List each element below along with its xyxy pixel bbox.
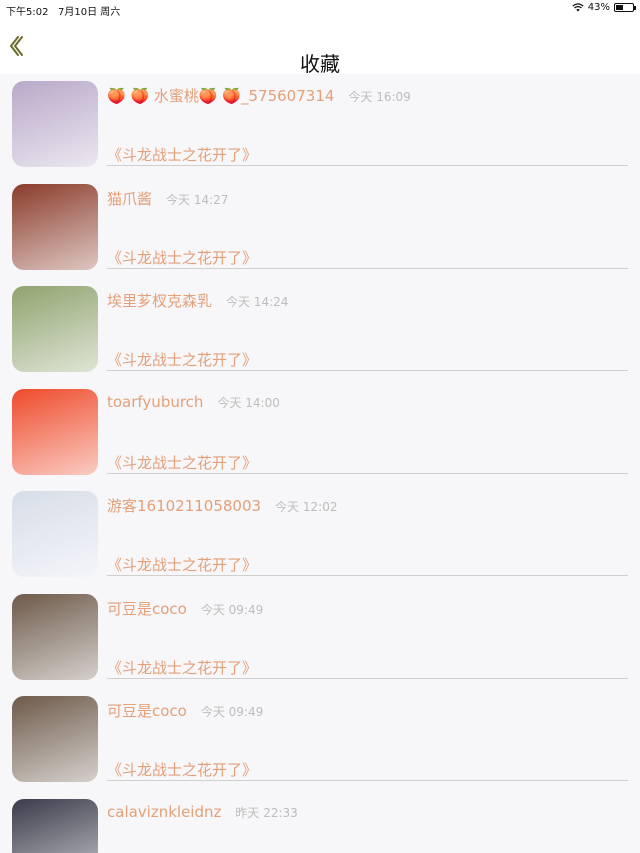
status-bar: 下午5:02 7月10日 周六 43%: [0, 0, 640, 18]
list-item-meta: 埃里芗杈克森乳 今天 14:24: [107, 290, 288, 311]
page-title: 收藏: [300, 52, 340, 76]
list-item[interactable]: calaviznkleidnz 昨天 22:33: [0, 792, 640, 853]
book-title[interactable]: 《斗龙战士之花开了》: [107, 249, 257, 267]
timestamp: 今天 09:49: [200, 602, 264, 617]
book-title[interactable]: 《斗龙战士之花开了》: [107, 556, 257, 574]
avatar[interactable]: [12, 81, 98, 167]
username[interactable]: 埃里芗杈克森乳: [107, 292, 212, 310]
avatar[interactable]: [12, 388, 98, 475]
book-title[interactable]: 《斗龙战士之花开了》: [107, 351, 257, 369]
list-item-meta: 猫爪酱 今天 14:27: [107, 188, 228, 209]
book-title[interactable]: 《斗龙战士之花开了》: [107, 761, 257, 779]
username[interactable]: 猫爪酱: [107, 190, 152, 208]
username[interactable]: calaviznkleidnz: [107, 803, 221, 821]
list-item-meta: 🍑 🍑 水蜜桃🍑 🍑_575607314 今天 16:09: [107, 85, 411, 106]
timestamp: 今天 16:09: [348, 90, 411, 104]
username[interactable]: toarfyuburch: [107, 393, 203, 411]
avatar[interactable]: [12, 491, 98, 577]
list-item[interactable]: 猫爪酱 今天 14:27 《斗龙战士之花开了》: [0, 177, 640, 280]
avatar[interactable]: [12, 696, 98, 782]
book-link-row[interactable]: 《斗龙战士之花开了》: [107, 452, 628, 474]
timestamp: 今天 14:27: [166, 192, 229, 207]
book-link-row[interactable]: 《斗龙战士之花开了》: [107, 554, 628, 576]
battery-percentage: 43%: [587, 2, 610, 13]
timestamp: 今天 12:02: [275, 500, 338, 514]
book-title[interactable]: 《斗龙战士之花开了》: [107, 659, 257, 677]
book-link-row[interactable]: 《斗龙战士之花开了》: [107, 349, 628, 371]
list-item[interactable]: 🍑 🍑 水蜜桃🍑 🍑_575607314 今天 16:09 《斗龙战士之花开了》: [0, 74, 640, 177]
avatar[interactable]: [12, 286, 98, 372]
avatar[interactable]: [12, 798, 98, 853]
book-link-row[interactable]: 《斗龙战士之花开了》: [107, 657, 628, 679]
wifi-icon: [572, 3, 584, 12]
avatar[interactable]: [12, 593, 98, 680]
timestamp: 今天 14:24: [226, 295, 289, 309]
list-item-meta: 可豆是coco 今天 09:49: [107, 598, 263, 619]
list-item-meta: 可豆是coco 今天 09:49: [107, 700, 263, 721]
list-item[interactable]: 可豆是coco 今天 09:49 《斗龙战士之花开了》: [0, 587, 640, 690]
timestamp: 今天 14:00: [217, 395, 280, 410]
timestamp: 昨天 22:33: [235, 805, 298, 820]
nav-bar: 收藏: [0, 17, 640, 76]
list-item-meta: calaviznkleidnz 昨天 22:33: [107, 803, 298, 821]
book-link-row[interactable]: 《斗龙战士之花开了》: [107, 247, 628, 269]
list-item[interactable]: 埃里芗杈克森乳 今天 14:24 《斗龙战士之花开了》: [0, 279, 640, 382]
list-item[interactable]: 可豆是coco 今天 09:49 《斗龙战士之花开了》: [0, 689, 640, 792]
timestamp: 今天 09:49: [200, 705, 264, 719]
list-item-meta: toarfyuburch 今天 14:00: [107, 393, 280, 411]
list-item[interactable]: toarfyuburch 今天 14:00 《斗龙战士之花开了》: [0, 382, 640, 485]
battery-icon: [614, 3, 636, 12]
username[interactable]: 🍑 🍑 水蜜桃🍑 🍑_575607314: [107, 87, 334, 105]
username[interactable]: 可豆是coco: [107, 702, 187, 720]
avatar[interactable]: [12, 183, 98, 270]
list-item[interactable]: 游客1610211058003 今天 12:02 《斗龙战士之花开了》: [0, 484, 640, 587]
status-time: 下午5:02 7月10日 周六: [6, 7, 121, 18]
username[interactable]: 游客1610211058003: [107, 497, 261, 515]
list-item-meta: 游客1610211058003 今天 12:02: [107, 495, 337, 516]
book-title[interactable]: 《斗龙战士之花开了》: [107, 454, 257, 472]
favorites-list[interactable]: 🍑 🍑 水蜜桃🍑 🍑_575607314 今天 16:09 《斗龙战士之花开了》 …: [0, 74, 640, 853]
username[interactable]: 可豆是coco: [107, 600, 187, 618]
book-title[interactable]: 《斗龙战士之花开了》: [107, 146, 257, 164]
book-link-row[interactable]: 《斗龙战士之花开了》: [107, 144, 628, 166]
book-link-row[interactable]: 《斗龙战士之花开了》: [107, 759, 628, 781]
